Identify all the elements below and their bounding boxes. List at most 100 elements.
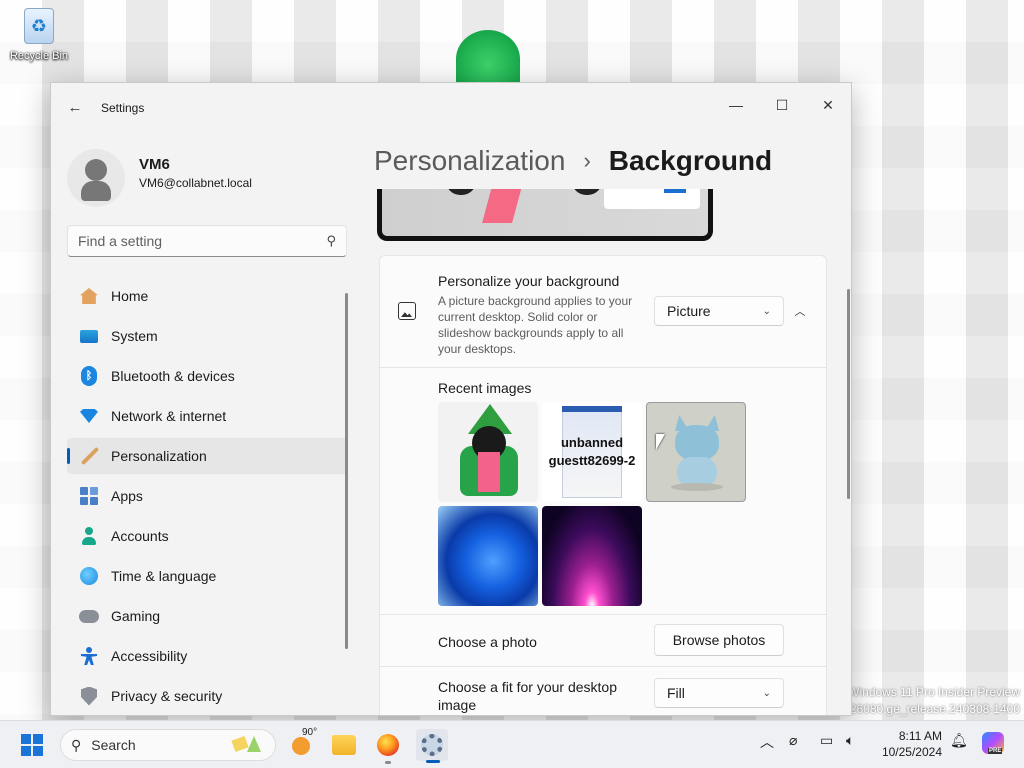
copilot-badge: PRE: [988, 748, 1003, 754]
sidebar-item-privacy[interactable]: Privacy & security: [67, 678, 347, 714]
divider: [380, 666, 826, 667]
system-icon: [79, 326, 99, 346]
sidebar-item-network[interactable]: Network & internet: [67, 398, 347, 434]
background-title: Personalize your background: [438, 273, 620, 289]
globe-clock-icon: [79, 566, 99, 586]
gear-icon: [421, 734, 443, 756]
firefox-icon: [377, 734, 399, 756]
settings-taskbar-button[interactable]: [416, 729, 448, 761]
title-bar[interactable]: ← Settings — ☐ ✕: [51, 83, 851, 131]
sidebar-item-label: Network & internet: [111, 408, 227, 424]
taskbar-search[interactable]: ⚲: [60, 729, 276, 761]
weather-sun-icon: [292, 737, 310, 755]
sidebar-item-personalization[interactable]: Personalization: [67, 438, 347, 474]
settings-window: ← Settings — ☐ ✕ VM6 VM6@collabnet.local…: [50, 82, 852, 716]
taskbar-search-input[interactable]: [91, 737, 212, 753]
background-type-dropdown[interactable]: Picture ⌄: [654, 296, 784, 326]
watermark-build: ld 26080.ge_release.240308-1400: [837, 702, 1020, 716]
sidebar-item-time-language[interactable]: Time & language: [67, 558, 347, 594]
watermark-edition: Windows 11 Pro Insider Preview: [848, 685, 1020, 699]
recent-image-thumb[interactable]: [438, 402, 538, 502]
copilot-icon[interactable]: PRE: [982, 732, 1004, 754]
recent-image-thumb[interactable]: unbanned guestt82699-2: [542, 402, 642, 502]
recent-image-thumb[interactable]: [542, 506, 642, 606]
breadcrumb-separator-icon: ›: [583, 148, 591, 173]
taskbar: ⚲ 90°: [0, 720, 1024, 768]
sidebar-item-bluetooth[interactable]: ᛒ Bluetooth & devices: [67, 358, 347, 394]
sidebar-item-home[interactable]: Home: [67, 278, 347, 314]
maximize-button[interactable]: ☐: [759, 89, 805, 121]
sidebar-item-label: Home: [111, 288, 149, 304]
avatar: [67, 149, 125, 207]
fit-value: Fill: [667, 685, 685, 701]
close-button[interactable]: ✕: [805, 89, 851, 121]
sidebar-nav: Home System ᛒ Bluetooth & devices Networ…: [67, 278, 347, 715]
recent-image-thumb[interactable]: [646, 402, 746, 502]
sidebar-item-gaming[interactable]: Gaming: [67, 598, 347, 634]
page-title: Background: [608, 145, 773, 176]
minimize-button[interactable]: —: [713, 89, 759, 121]
display-icon[interactable]: ▭: [820, 732, 833, 749]
speaker-icon[interactable]: 🔈︎: [846, 732, 854, 749]
chevron-up-icon[interactable]: ︿: [760, 732, 774, 752]
fit-dropdown[interactable]: Fill ⌄: [654, 678, 784, 708]
find-setting-input[interactable]: [78, 233, 327, 249]
sidebar-item-label: Gaming: [111, 608, 161, 624]
bluetooth-icon: ᛒ: [79, 366, 99, 386]
bell-icon[interactable]: 🔔︎: [950, 732, 968, 749]
folder-icon: [332, 735, 356, 755]
background-type-value: Picture: [667, 303, 711, 319]
back-button[interactable]: ←: [61, 95, 89, 119]
file-explorer-button[interactable]: [328, 729, 360, 761]
wallpaper-decoration: [456, 30, 520, 88]
sidebar-item-label: Apps: [111, 488, 143, 504]
user-profile[interactable]: VM6 VM6@collabnet.local: [67, 149, 357, 209]
gamepad-icon: [79, 606, 99, 626]
recycle-bin-shortcut[interactable]: ♻ Recycle Bin: [6, 8, 72, 62]
picture-icon: [398, 302, 416, 320]
sidebar-item-label: System: [111, 328, 158, 344]
accounts-icon: [79, 526, 99, 546]
clock-date: 10/25/2024: [881, 745, 942, 759]
background-type-row[interactable]: Personalize your background A picture ba…: [380, 256, 826, 368]
recent-image-thumb[interactable]: [438, 506, 538, 606]
sidebar-item-apps[interactable]: Apps: [67, 478, 347, 514]
chevron-up-icon[interactable]: ︿: [790, 302, 810, 320]
breadcrumb-parent[interactable]: Personalization: [374, 145, 565, 177]
sidebar-item-accounts[interactable]: Accounts: [67, 518, 347, 554]
personalize-background-card: Personalize your background A picture ba…: [379, 255, 827, 715]
sidebar-item-label: Privacy & security: [111, 688, 223, 704]
clock-time: 8:11 AM: [898, 729, 942, 743]
weather-widget[interactable]: 90°: [288, 727, 324, 761]
browse-photos-button[interactable]: Browse photos: [654, 624, 784, 656]
windows-logo-icon: [21, 734, 43, 756]
thumb-caption-line1: unbanned: [560, 435, 624, 450]
network-offline-icon[interactable]: ⌀: [789, 732, 797, 749]
sidebar-scrollbar[interactable]: [345, 293, 348, 649]
sidebar-item-label: Time & language: [111, 568, 217, 584]
breadcrumb: Personalization › Background: [374, 141, 772, 181]
sidebar-item-accessibility[interactable]: Accessibility: [67, 638, 347, 674]
accessibility-icon: [79, 646, 99, 666]
user-email: VM6@collabnet.local: [139, 176, 252, 190]
clock[interactable]: 8:11 AM 10/25/2024: [876, 728, 942, 760]
running-indicator: [385, 761, 391, 764]
firefox-button[interactable]: [372, 729, 404, 761]
build-watermark: Windows 11 Pro Insider Preview ld 26080.…: [837, 684, 1020, 718]
background-description: A picture background applies to your cur…: [438, 294, 633, 356]
chevron-down-icon: ⌄: [762, 305, 771, 317]
start-button[interactable]: [16, 729, 48, 761]
search-highlight-icon: [229, 734, 269, 756]
divider: [380, 614, 826, 615]
choose-fit-label: Choose a fit for your desktop image: [438, 679, 617, 713]
shield-icon: [79, 686, 99, 706]
back-arrow-icon: ←: [67, 98, 83, 116]
content-scrollbar[interactable]: [847, 289, 850, 499]
user-name: VM6: [139, 156, 170, 173]
find-setting-box[interactable]: ⚲: [67, 225, 347, 257]
home-icon: [79, 286, 99, 306]
sidebar-item-label: Accounts: [111, 528, 169, 544]
sidebar-item-system[interactable]: System: [67, 318, 347, 354]
sidebar-item-label: Bluetooth & devices: [111, 368, 235, 384]
choose-photo-label: Choose a photo: [438, 634, 537, 650]
